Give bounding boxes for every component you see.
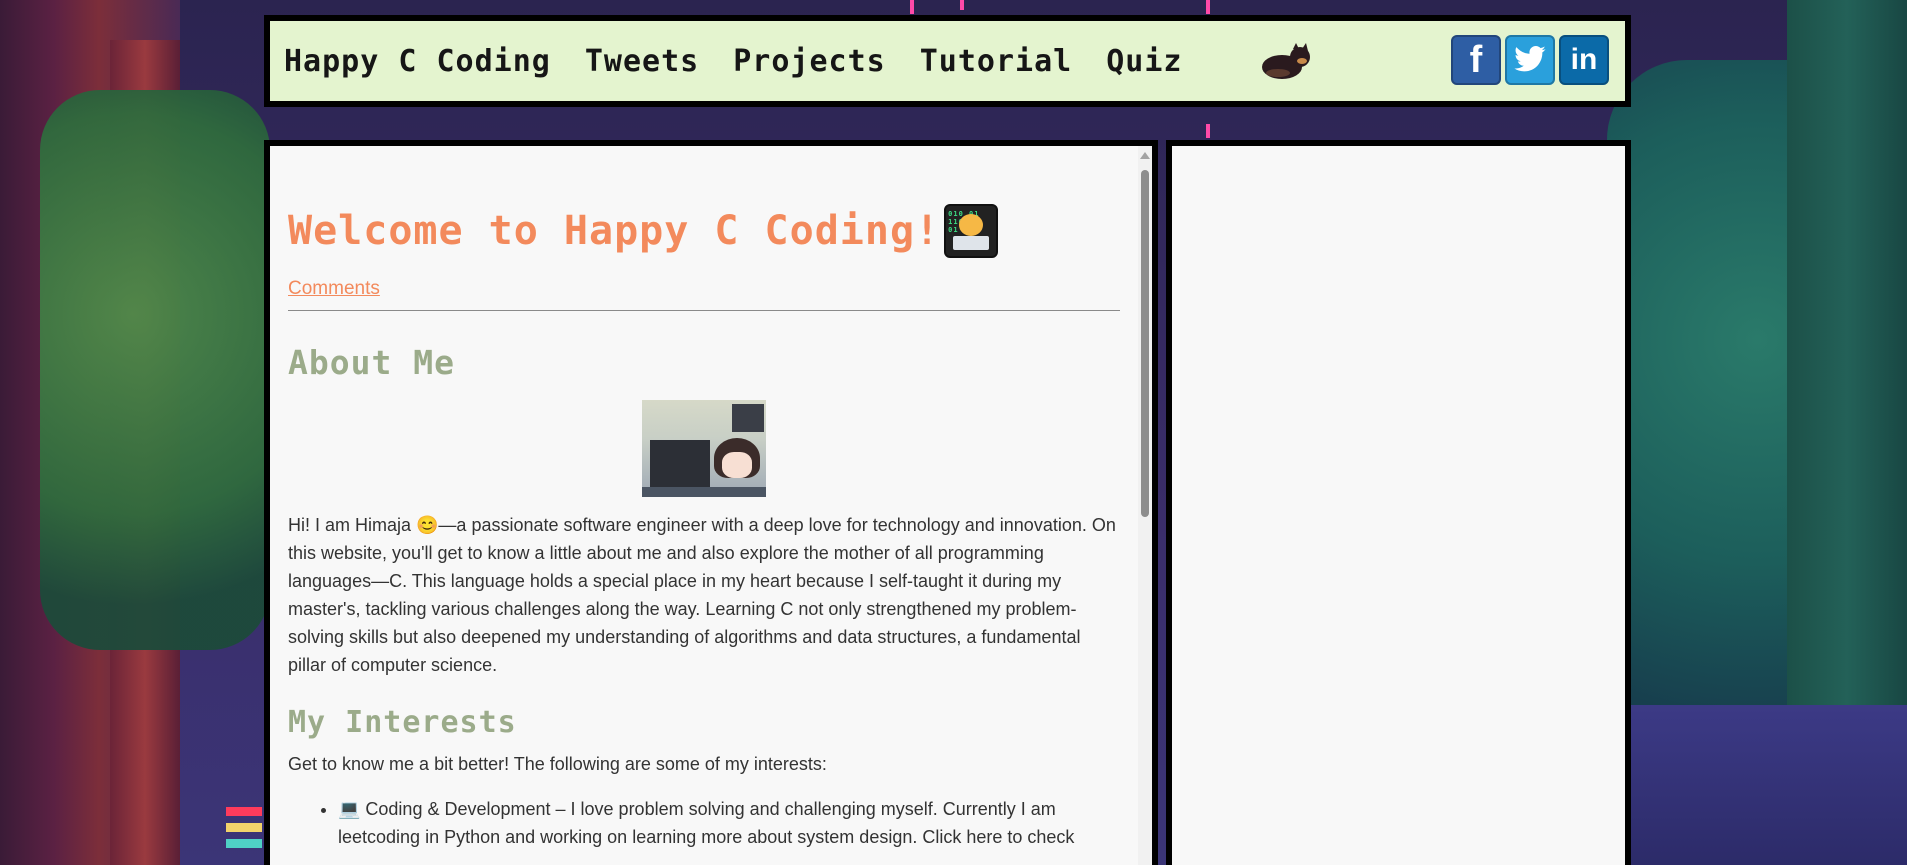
comments-link[interactable]: Comments — [288, 278, 380, 300]
technologist-icon: 010 01110 1001 0 — [944, 204, 999, 258]
top-navbar: Happy C Coding Tweets Projects Tutorial … — [264, 15, 1631, 107]
page-title: Welcome to Happy C Coding! 010 01110 100… — [288, 204, 1120, 258]
nav-link-tutorial[interactable]: Tutorial — [920, 44, 1073, 79]
page-title-text: Welcome to Happy C Coding! — [288, 208, 941, 254]
interests-list: 💻 Coding & Development – I love problem … — [288, 795, 1120, 851]
scroll-up-arrow[interactable] — [1140, 152, 1150, 159]
sidebar-panel — [1166, 140, 1631, 865]
nav-link-home[interactable]: Happy C Coding — [284, 44, 551, 79]
facebook-icon[interactable]: f — [1451, 35, 1501, 85]
list-item: 💻 Coding & Development – I love problem … — [338, 795, 1120, 851]
interests-heading: My Interests — [288, 705, 517, 740]
scrollbar[interactable] — [1138, 146, 1152, 865]
profile-image — [642, 400, 766, 497]
scroll-thumb[interactable] — [1141, 170, 1149, 517]
main-content-panel[interactable]: Welcome to Happy C Coding! 010 01110 100… — [264, 140, 1158, 865]
twitter-icon[interactable] — [1505, 35, 1555, 85]
linkedin-icon[interactable]: in — [1559, 35, 1609, 85]
about-heading: About Me — [288, 343, 455, 382]
nav-link-quiz[interactable]: Quiz — [1106, 44, 1182, 79]
nav-link-tweets[interactable]: Tweets — [585, 44, 699, 79]
divider — [288, 310, 1120, 311]
about-paragraph: Hi! I am Himaja 😊—a passionate software … — [288, 515, 1116, 675]
interests-intro: Get to know me a bit better! The followi… — [288, 754, 827, 774]
nav-link-projects[interactable]: Projects — [733, 44, 886, 79]
cat-icon — [1262, 43, 1310, 79]
